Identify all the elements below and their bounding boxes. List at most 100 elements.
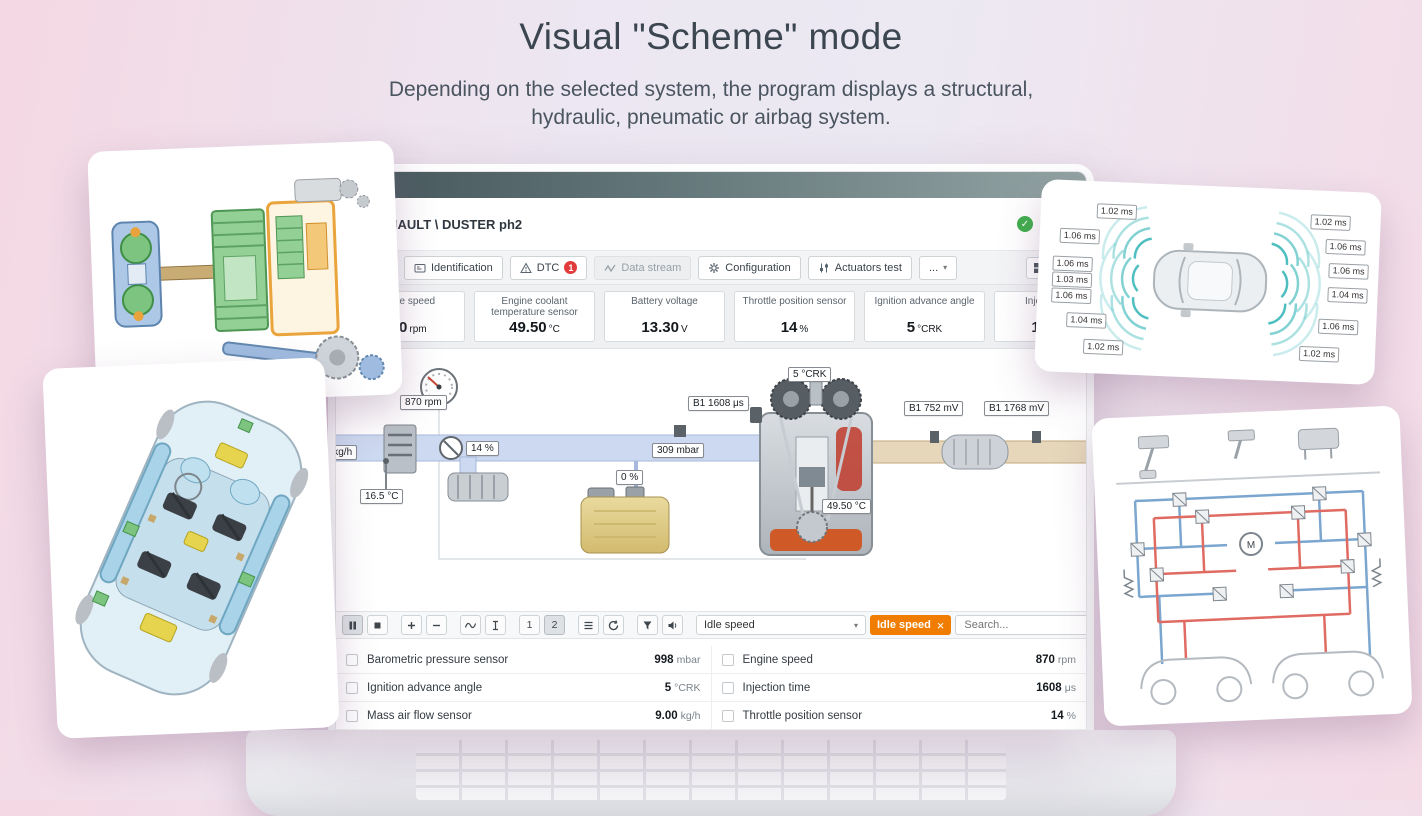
o2-sensor-downstream [1032,431,1041,443]
sensor-card-title: Battery voltage [631,296,698,307]
refresh-button[interactable] [603,615,624,635]
table-row[interactable]: Ignition advance angle 5 °CRK Injection t… [336,674,1086,702]
data-stream-icon [604,264,616,272]
filter-tag[interactable]: Idle speed × [870,615,952,635]
cursor-marker-button[interactable] [485,615,506,635]
fuel-canister [580,487,670,554]
label-manifold-pressure: 309 mbar [652,443,705,458]
table-row[interactable]: Barometric pressure sensor 998 mbar Engin… [336,646,1086,674]
param-name: Throttle position sensor [742,709,863,722]
chevron-down-icon: ▾ [853,620,858,630]
sensor-time-label: 1.02 ms [1298,345,1340,363]
app-window: RENAULT \ DUSTER ph2 ✓ 13. Identificatio… [335,171,1087,730]
sensor-card-coolant-temp[interactable]: Engine coolant temperature sensor 49.50 °… [474,291,595,342]
car-front-outlines [1140,650,1385,705]
sensor-card-battery-voltage[interactable]: Battery voltage 13.30 V [604,291,725,342]
group-dropdown[interactable]: Idle speed ▾ [696,615,866,635]
filter-button[interactable] [637,615,658,635]
unit: rpm [409,324,427,335]
laptop-keys [416,740,1006,800]
param-value: 1608 μs [1036,682,1076,694]
sensor-time-label: 1.02 ms [1082,338,1124,356]
sensor-card-title: Ignition advance angle [874,296,975,307]
label-injection-time: B1 1608 μs [688,396,749,411]
sensor-card-title: Throttle position sensor [742,296,847,307]
window-titlebar [336,172,1086,198]
zoom-in-button[interactable] [401,615,422,635]
tab-identification[interactable]: Identification [404,255,503,280]
tab-actuators-test-label: Actuators test [834,261,902,274]
tab-actuators-test[interactable]: Actuators test [807,255,912,280]
param-name: Ignition advance angle [367,681,483,694]
pause-button[interactable] [342,615,363,635]
table-row[interactable]: Mass air flow sensor 9.00 kg/h Throttle p… [336,702,1086,730]
status-ok-icon: ✓ [1017,216,1033,232]
view-1-button[interactable]: 1 [519,615,540,635]
value: 14 [1050,709,1064,722]
param-value: 14% [1051,710,1076,722]
row-checkbox[interactable] [721,653,734,666]
sensor-card-ignition-advance[interactable]: Ignition advance angle 5 °CRK [864,291,985,342]
tab-more-label: ... [929,261,939,274]
tab-dtc[interactable]: DTC 1 [509,255,588,280]
label-purge-valve: 0 % [616,470,644,485]
tab-more[interactable]: ... ▾ [919,255,958,280]
row-checkbox[interactable] [346,681,358,694]
value: 5 [906,319,916,336]
plus-icon [408,621,415,629]
param-name: Mass air flow sensor [367,709,472,722]
zoom-out-button[interactable] [426,615,447,635]
unit: % [1066,709,1076,722]
sensor-time-label: 1.02 ms [1310,214,1351,231]
sensor-card-value: 13.30 V [608,319,721,336]
tab-configuration[interactable]: Configuration [698,255,801,280]
unit: V [680,324,688,335]
sensor-card-title: Engine coolant temperature sensor [491,296,578,318]
unit: % [799,324,809,335]
list-button[interactable] [578,615,599,635]
sensor-time-label: 1.06 ms [1325,238,1366,256]
row-checkbox[interactable] [721,681,734,694]
table-cell[interactable]: Barometric pressure sensor 998 mbar [336,646,712,673]
value: 1608 [1036,681,1062,694]
table-cell[interactable]: Ignition advance angle 5 °CRK [336,674,712,701]
table-cell[interactable]: Mass air flow sensor 9.00 kg/h [336,702,712,729]
tab-bar: Identification DTC 1 Data stream Configu… [336,251,1086,285]
row-checkbox[interactable] [346,653,358,666]
param-value: 870 rpm [1036,654,1076,666]
table-cell[interactable]: Engine speed 870 rpm [712,646,1087,673]
dtc-count-badge: 1 [564,261,578,274]
laptop-base [246,730,1176,816]
mass-air-flow-sensor [383,424,417,474]
tab-data-stream-label: Data stream [621,261,682,274]
row-checkbox[interactable] [346,709,358,722]
pedal-assembly [1137,427,1340,480]
view-2-button[interactable]: 2 [544,615,565,635]
car-isometric [75,400,309,696]
search-input[interactable] [955,615,1086,635]
funnel-icon [643,621,652,629]
row-checkbox[interactable] [721,709,734,722]
air-filter [447,472,509,502]
data-stream-table: Barometric pressure sensor 998 mbar Engin… [336,639,1086,730]
sensor-card-throttle-position[interactable]: Throttle position sensor 14% [734,291,855,342]
page-title: Visual "Scheme" mode [519,16,903,57]
signal-smoothing-button[interactable] [460,615,481,635]
refresh-icon [608,619,619,630]
param-name: Injection time [742,681,811,694]
table-cell[interactable]: Injection time 1608 μs [712,674,1087,701]
label-o2-upstream: B1 752 mV [904,401,964,416]
engine-scheme-view: 9.00 kg/h 870 rpm 14 % 16.5 °C 309 mbar … [336,349,1086,611]
unit: kg/h [680,709,701,722]
stop-icon [374,622,381,628]
param-value: 998 mbar [654,654,700,666]
stop-button[interactable] [367,615,388,635]
tab-data-stream[interactable]: Data stream [594,255,692,280]
sound-button[interactable] [662,615,683,635]
tag-close-icon[interactable]: × [937,619,945,632]
table-cell[interactable]: Throttle position sensor 14% [712,702,1087,729]
throttle-valve [439,436,463,460]
engine-block [750,378,873,556]
sensor-time-label: 1.06 ms [1052,255,1093,273]
unit: °CRK [674,681,701,694]
